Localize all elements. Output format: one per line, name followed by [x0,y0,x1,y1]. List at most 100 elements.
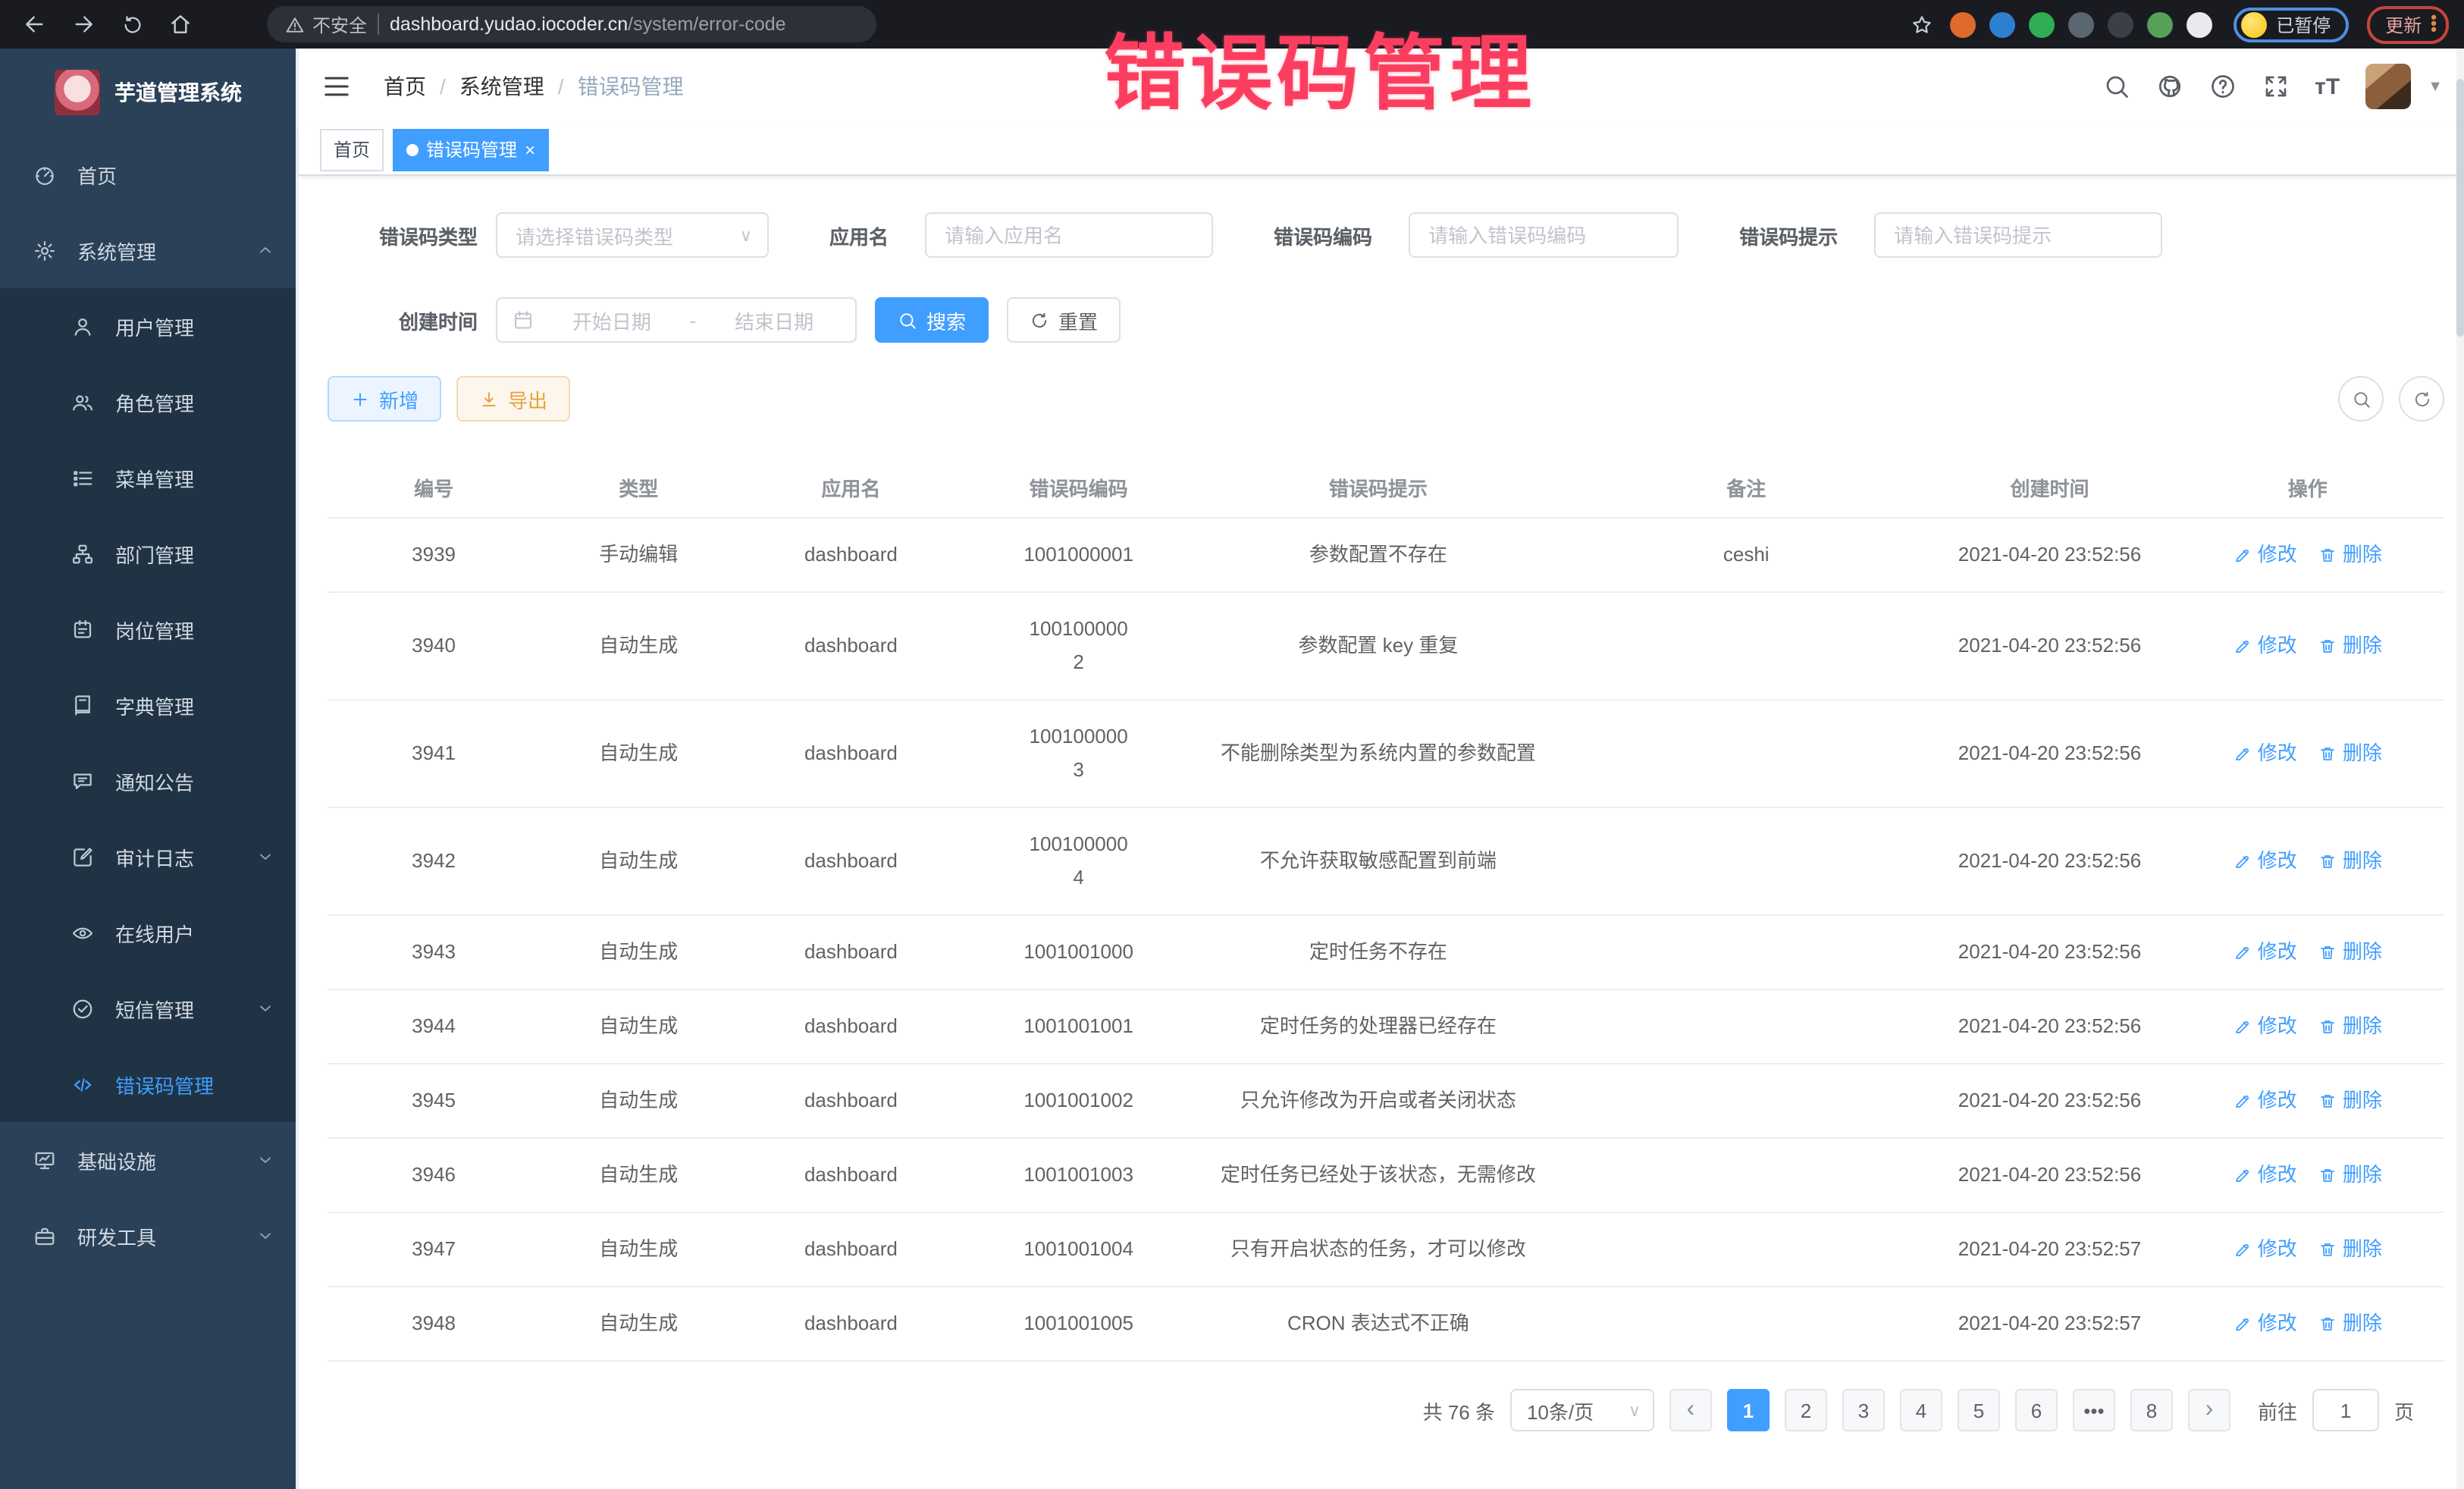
page-button[interactable]: ••• [2073,1389,2115,1431]
edit-link[interactable]: 修改 [2234,629,2297,663]
sidebar-item[interactable]: 部门管理 [0,516,296,591]
sidebar-item[interactable]: 审计日志 [0,819,296,895]
sidebar-item[interactable]: 字典管理 [0,667,296,743]
reset-button[interactable]: 重置 [1007,297,1121,343]
edit-link[interactable]: 修改 [2234,1084,2297,1118]
sidebar-item-label: 菜单管理 [115,463,274,492]
page-size-select[interactable]: 10条/页∨ [1510,1389,1654,1431]
page-button[interactable]: 8 [2130,1389,2173,1431]
tag-close-icon[interactable]: × [525,140,535,158]
extension-icon[interactable] [2108,11,2133,37]
toggle-search-button[interactable] [2338,376,2384,422]
cell-app: dashboard [737,1287,964,1361]
breadcrumb-home[interactable]: 首页 [384,71,426,102]
extension-icon[interactable] [1989,11,2015,37]
header-search-icon[interactable] [2102,73,2130,100]
fullscreen-icon[interactable] [2262,73,2289,100]
browser-forward-icon[interactable] [64,8,103,41]
next-page-button[interactable]: › [2188,1389,2230,1431]
cell-id: 3943 [328,915,540,989]
error-code-input[interactable] [1410,214,1677,256]
browser-home-icon[interactable] [161,8,200,41]
app-logo-row[interactable]: 芋道管理系统 [0,49,296,136]
edit-link[interactable]: 修改 [2234,1158,2297,1192]
help-icon[interactable] [2209,73,2236,100]
extension-icon[interactable] [2187,11,2212,37]
add-button[interactable]: 新增 [328,376,441,422]
cell-hint: 定时任务不存在 [1193,915,1564,989]
edit-link[interactable]: 修改 [2234,1233,2297,1266]
extension-icon[interactable] [1950,11,1976,37]
sidebar-item[interactable]: 错误码管理 [0,1046,296,1122]
security-indicator[interactable]: 不安全 [285,11,367,37]
refresh-table-button[interactable] [2399,376,2444,422]
edit-link[interactable]: 修改 [2234,936,2297,969]
extension-icon[interactable] [2029,11,2055,37]
github-icon[interactable] [2155,73,2183,100]
sidebar-item[interactable]: 基础设施 [0,1122,296,1198]
page-button[interactable]: 3 [1842,1389,1885,1431]
sidebar-item[interactable]: 短信管理 [0,970,296,1046]
plus-icon [350,389,370,409]
page-scrollbar[interactable] [2456,49,2464,1489]
date-range-picker[interactable]: 开始日期 - 结束日期 [496,297,857,343]
extension-icon[interactable] [2068,11,2094,37]
users-icon [71,390,94,413]
edit-link[interactable]: 修改 [2234,1010,2297,1043]
page-button[interactable]: 1 [1727,1389,1770,1431]
sidebar-item[interactable]: 岗位管理 [0,591,296,667]
page-button[interactable]: 6 [2015,1389,2058,1431]
address-bar[interactable]: 不安全 dashboard.yudao.iocoder.cn/system/er… [267,6,876,42]
browser-update-button[interactable]: 更新 ••• [2367,5,2449,43]
font-size-icon[interactable]: тT [2315,75,2340,98]
scrollbar-thumb[interactable] [2456,79,2464,337]
page-button[interactable]: 5 [1958,1389,2000,1431]
edit-link[interactable]: 修改 [2234,737,2297,770]
delete-link[interactable]: 删除 [2318,737,2382,770]
hamburger-icon[interactable] [320,70,353,103]
delete-link[interactable]: 删除 [2318,1233,2382,1266]
delete-link[interactable]: 删除 [2318,1307,2382,1340]
delete-link[interactable]: 删除 [2318,1010,2382,1043]
edit-link[interactable]: 修改 [2234,1307,2297,1340]
page-button[interactable]: 4 [1900,1389,1942,1431]
tag-home[interactable]: 首页 [320,128,384,171]
browser-profile-chip[interactable]: 已暂停 [2234,7,2349,42]
sidebar-item[interactable]: 研发工具 [0,1198,296,1274]
page-button[interactable]: 2 [1785,1389,1827,1431]
browser-menu-icon[interactable]: ••• [2431,15,2437,33]
sidebar-item[interactable]: 系统管理 [0,212,296,288]
sidebar-item[interactable]: 首页 [0,136,296,212]
sidebar-item[interactable]: 菜单管理 [0,440,296,516]
edit-link[interactable]: 修改 [2234,845,2297,878]
export-button[interactable]: 导出 [456,376,570,422]
browser-back-icon[interactable] [15,8,55,41]
delete-link[interactable]: 删除 [2318,845,2382,878]
app-name-input[interactable] [926,214,1212,256]
bookmark-star-icon[interactable] [1901,8,1941,41]
delete-link[interactable]: 删除 [2318,936,2382,969]
sidebar-item[interactable]: 通知公告 [0,743,296,819]
delete-link[interactable]: 删除 [2318,1158,2382,1192]
error-code-icon [71,1073,94,1096]
error-hint-input[interactable] [1876,214,2161,256]
avatar-caret-down-icon[interactable]: ▼ [2428,78,2443,95]
breadcrumb-system[interactable]: 系统管理 [459,71,544,102]
goto-page-input[interactable] [2312,1389,2379,1431]
error-type-select[interactable]: 请选择错误码类型∨ [496,212,769,258]
sidebar-item[interactable]: 用户管理 [0,288,296,364]
edit-link[interactable]: 修改 [2234,538,2297,572]
user-avatar[interactable] [2365,64,2411,109]
sidebar-item[interactable]: 角色管理 [0,364,296,440]
sidebar-item[interactable]: 在线用户 [0,895,296,970]
delete-link[interactable]: 删除 [2318,538,2382,572]
browser-reload-icon[interactable] [112,8,152,41]
search-button[interactable]: 搜索 [875,297,989,343]
trash-icon [2318,744,2337,763]
prev-page-button[interactable]: ‹ [1669,1389,1712,1431]
extension-icon[interactable] [2147,11,2173,37]
breadcrumb: 首页 / 系统管理 / 错误码管理 [384,71,684,102]
tag-error-code[interactable]: 错误码管理 × [393,128,549,171]
delete-link[interactable]: 删除 [2318,1084,2382,1118]
delete-link[interactable]: 删除 [2318,629,2382,663]
